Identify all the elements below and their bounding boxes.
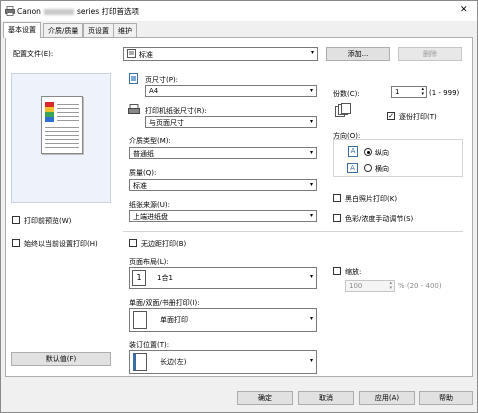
printer-paper-size-select[interactable]: 与页面尺寸 ▾ (145, 116, 317, 128)
quality-select[interactable]: 标准 ▾ (129, 179, 317, 191)
add-profile-button[interactable]: 添加... (326, 47, 390, 61)
single-sided-icon (133, 311, 147, 329)
color-manual-label: 色彩/浓度手动调节(S) (345, 215, 414, 223)
page-size-icon (129, 73, 138, 84)
chevron-down-icon: ▾ (309, 181, 313, 188)
preview-checkbox[interactable] (12, 216, 20, 224)
tab-media-quality[interactable]: 介质/质量 (43, 23, 84, 37)
borderless-checkbox[interactable] (129, 239, 137, 247)
chevron-down-icon: ▾ (309, 315, 313, 322)
spin-arrows-icon[interactable]: ▴ ▾ (389, 281, 392, 291)
page-layout-icon: 1 (132, 270, 146, 286)
redacted-model (43, 9, 74, 15)
collate-checkbox[interactable]: ✓ (387, 112, 395, 120)
portrait-radio[interactable] (364, 148, 372, 156)
chevron-down-icon: ▾ (309, 357, 313, 364)
delete-profile-button[interactable]: 删除 (398, 47, 462, 61)
chevron-down-icon: ▾ (310, 49, 314, 56)
duplex-label: 单面/双面/书册打印(I): (129, 299, 200, 307)
landscape-icon: A (347, 163, 358, 173)
borderless-label: 无边距打印(B) (141, 240, 187, 248)
media-type-select[interactable]: 普通纸 ▾ (129, 147, 317, 159)
defaults-button[interactable]: 默认值(F) (11, 352, 111, 366)
media-type-label: 介质类型(M): (129, 137, 171, 145)
tab-page-setup[interactable]: 页设置 (83, 23, 114, 37)
preview-color-strip (45, 102, 54, 122)
paper-source-select[interactable]: 上端进纸盘 ▾ (129, 210, 317, 222)
page-layout-select[interactable]: 1 1合1 ▾ (129, 267, 317, 289)
section-divider (123, 231, 463, 232)
always-print-checkbox[interactable] (12, 239, 20, 247)
dialog-window: Canon series 打印首选项 ✕ 基本设置 介质/质量 页设置 维护 配置… (0, 0, 478, 413)
color-manual-checkbox[interactable] (333, 214, 341, 222)
preview-checkbox-label: 打印前预览(W) (24, 217, 72, 225)
collate-icon (335, 103, 351, 117)
page-size-select[interactable]: A4 ▾ (145, 85, 317, 97)
profile-select[interactable]: 标准 ▾ (123, 47, 318, 61)
profile-icon (127, 49, 136, 58)
copies-range: (1 - 999) (429, 89, 460, 97)
stapling-select[interactable]: 长边(左) ▾ (129, 350, 317, 374)
stapling-label: 装订位置(T): (129, 341, 170, 349)
print-preview (11, 73, 111, 203)
scaling-checkbox[interactable] (333, 267, 341, 275)
copies-label: 份数(C): (333, 90, 360, 98)
close-icon[interactable]: ✕ (460, 5, 468, 15)
duplex-select[interactable]: 单面打印 ▾ (129, 308, 317, 332)
tab-maintenance[interactable]: 维护 (113, 23, 137, 37)
quality-label: 质量(Q): (129, 169, 157, 177)
copies-input[interactable]: 1 ▴ ▾ (391, 86, 427, 98)
portrait-label: 纵向 (375, 149, 389, 157)
profile-label: 配置文件(E): (13, 50, 54, 58)
scaling-label: 缩放: (345, 268, 362, 276)
grayscale-checkbox[interactable] (333, 194, 341, 202)
collate-label: 逐份打印(T) (399, 113, 437, 121)
landscape-radio[interactable] (364, 164, 372, 172)
help-button[interactable]: 帮助 (419, 391, 473, 405)
chevron-down-icon: ▾ (309, 212, 313, 219)
preview-page (41, 96, 83, 154)
page-size-label: 页尺寸(P): (145, 76, 179, 84)
chevron-down-icon: ▾ (309, 118, 313, 125)
scaling-range: % (20 - 400) (398, 282, 442, 290)
cancel-button[interactable]: 取消 (298, 391, 354, 405)
landscape-label: 横向 (375, 165, 389, 173)
grayscale-label: 黑白照片打印(K) (345, 195, 398, 203)
chevron-down-icon: ▾ (309, 87, 313, 94)
printer-paper-size-label: 打印机纸张尺寸(R): (145, 107, 207, 115)
apply-button[interactable]: 应用(A) (359, 391, 415, 405)
printer-paper-icon (128, 104, 140, 114)
chevron-down-icon: ▾ (309, 149, 313, 156)
page-layout-label: 页面布局(L): (129, 258, 169, 266)
scaling-input[interactable]: 100 ▴ ▾ (345, 280, 395, 292)
long-edge-left-icon (133, 353, 147, 371)
chevron-down-icon: ▾ (309, 273, 313, 280)
printer-icon (5, 6, 15, 16)
window-title: Canon series 打印首选项 (17, 7, 140, 16)
always-print-checkbox-label: 始终以当前设置打印(H) (24, 240, 98, 248)
paper-source-label: 纸张来源(U): (129, 201, 170, 209)
tab-basic-settings[interactable]: 基本设置 (3, 22, 41, 38)
spin-arrows-icon[interactable]: ▴ ▾ (421, 87, 424, 97)
title-bar: Canon series 打印首选项 ✕ (1, 1, 477, 21)
portrait-icon: A (348, 146, 358, 157)
ok-button[interactable]: 确定 (237, 391, 293, 405)
